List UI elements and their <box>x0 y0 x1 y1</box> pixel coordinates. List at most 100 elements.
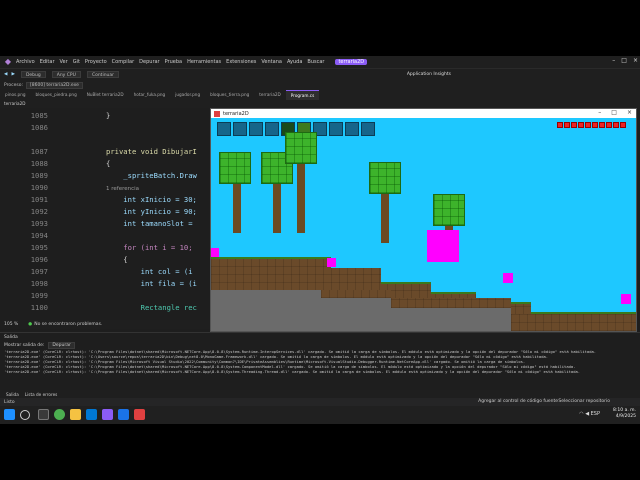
tree-leaves <box>369 162 401 194</box>
code-line: 1099 <box>30 291 48 300</box>
class-selector[interactable]: terraria2D <box>0 100 210 108</box>
heart-icon <box>606 122 612 128</box>
code-line: 1090 <box>30 183 48 192</box>
menu-compilar[interactable]: Compilar <box>112 59 135 65</box>
visual-studio-icon[interactable] <box>102 409 113 420</box>
tab-bloques-piedra[interactable]: bloques_piedra.png <box>31 90 82 100</box>
tab-salida[interactable]: Salida <box>6 392 19 397</box>
tab-pinos[interactable]: pinos.png <box>0 90 31 100</box>
tree-trunk <box>297 158 305 233</box>
game-app-icon <box>214 110 220 117</box>
vs-close-button[interactable]: × <box>633 57 638 64</box>
application-insights-button[interactable]: Application Insights <box>404 71 454 79</box>
game-minimize-button[interactable]: – <box>598 109 601 116</box>
screen: ◆ Archivo Editar Ver Git Proyecto Compil… <box>0 56 640 424</box>
menu-ayuda[interactable]: Ayuda <box>287 59 302 65</box>
inventory-slot[interactable] <box>361 122 375 136</box>
game-title-bar[interactable]: terraria2D – □ × <box>211 109 636 118</box>
wifi-icon: ◠ <box>579 411 584 417</box>
tab-nublet[interactable]: NuBlet terraria2D <box>82 90 129 100</box>
bottom-tabs: Salida Lista de errores <box>0 390 640 398</box>
inventory-slot[interactable] <box>329 122 343 136</box>
file-explorer-icon[interactable] <box>70 409 81 420</box>
menu-herramientas[interactable]: Herramientas <box>187 59 221 65</box>
process-select[interactable]: [8600] terraria2D.exe <box>26 81 83 89</box>
taskbar: ◠ ◀ ESP 8:10 a. m. 4/9/2025 <box>0 406 640 424</box>
tray-icons[interactable]: ◠ ◀ ESP <box>579 411 600 417</box>
menu-prueba[interactable]: Prueba <box>165 59 182 65</box>
tab-program-cs[interactable]: Program.cs <box>285 90 320 100</box>
tab-terraria2d[interactable]: terraria2D <box>254 90 286 100</box>
game-close-button[interactable]: × <box>627 109 632 116</box>
clock[interactable]: 8:10 a. m. 4/9/2025 <box>613 408 636 420</box>
solution-name-badge[interactable]: terraria2D <box>335 59 368 65</box>
menu-ventana[interactable]: Ventana <box>261 59 282 65</box>
heart-icon <box>571 122 577 128</box>
volume-icon: ◀ <box>585 411 590 417</box>
tree-trunk <box>233 178 241 233</box>
code-line: 1092 int yInicio = 90; <box>30 207 197 216</box>
edge-icon[interactable] <box>86 409 97 420</box>
repository-button[interactable]: Seleccionar repositorio <box>558 399 610 404</box>
zoom-level[interactable]: 105 % <box>4 322 18 327</box>
app-icon[interactable] <box>118 409 129 420</box>
code-line: 1095 for (int i = 10; <box>30 243 193 252</box>
code-line: 1097 int col = (i <box>30 267 193 276</box>
tab-hotar-fuka[interactable]: hotar_fuka.png <box>129 90 171 100</box>
editor-status-bar: 105 % ● No se encontraron problemas. <box>0 320 210 329</box>
code-line: 1094 <box>30 231 48 240</box>
platform-select[interactable]: Any CPU <box>51 71 81 78</box>
menu-extensiones[interactable]: Extensiones <box>226 59 256 65</box>
menu-buscar[interactable]: Buscar <box>307 59 324 65</box>
output-source-label: Mostrar salida de: <box>4 342 45 348</box>
search-icon[interactable] <box>20 410 30 420</box>
stone-layer <box>211 298 391 308</box>
process-bar: Proceso: [8600] terraria2D.exe <box>0 80 640 90</box>
tree-leaves <box>433 194 465 226</box>
vs-status-bar: Listo Agregar al control de código fuent… <box>0 398 640 406</box>
code-line: 1089 _spriteBatch.Draw <box>30 171 197 180</box>
inventory-slot[interactable] <box>249 122 263 136</box>
menu-ver[interactable]: Ver <box>60 59 68 65</box>
code-line: 1086 <box>30 123 48 132</box>
tab-bloques-tierra[interactable]: bloques_tierra.png <box>205 90 254 100</box>
source-control-button[interactable]: Agregar al control de código fuente <box>478 399 558 404</box>
no-problems-icon: ● <box>28 322 33 327</box>
inventory-slot[interactable] <box>265 122 279 136</box>
tab-lista-errores[interactable]: Lista de errores <box>25 392 58 397</box>
chrome-icon[interactable] <box>54 409 65 420</box>
menu-archivo[interactable]: Archivo <box>16 59 35 65</box>
vs-maximize-button[interactable]: □ <box>621 57 627 64</box>
code-line: 1088{ <box>30 159 111 168</box>
menu-git[interactable]: Git <box>73 59 80 65</box>
back-icon[interactable]: ◀ <box>4 72 7 77</box>
sky-region <box>431 282 636 292</box>
game-maximize-button[interactable]: □ <box>611 109 617 116</box>
config-select[interactable]: Debug <box>20 71 46 78</box>
game-window[interactable]: terraria2D – □ × <box>210 108 637 332</box>
menu-proyecto[interactable]: Proyecto <box>85 59 107 65</box>
stone-layer <box>211 290 321 298</box>
code-editor[interactable]: 1 referencia 1085} 1086 1087 private void… <box>0 108 210 320</box>
terraria2d-app-icon[interactable] <box>134 409 145 420</box>
problems-status[interactable]: No se encontraron problemas. <box>34 322 102 327</box>
task-view-icon[interactable] <box>38 409 49 420</box>
inventory-slot[interactable] <box>233 122 247 136</box>
forward-icon[interactable]: ▶ <box>11 72 14 77</box>
windows-start-icon[interactable] <box>4 409 15 420</box>
game-canvas[interactable] <box>211 118 636 331</box>
menu-depurar[interactable]: Depurar <box>139 59 159 65</box>
inventory-slot[interactable] <box>217 122 231 136</box>
pink-block <box>327 258 336 267</box>
continue-button[interactable]: Continuar <box>86 71 120 78</box>
document-tabs: pinos.png bloques_piedra.png NuBlet terr… <box>0 90 640 100</box>
inventory-slot[interactable] <box>345 122 359 136</box>
player-sprite <box>427 230 459 262</box>
code-line: 1085} <box>30 111 111 120</box>
heart-icon <box>599 122 605 128</box>
output-panel: Salida Mostrar salida de: Depurar 'terra… <box>0 332 640 390</box>
menu-editar[interactable]: Editar <box>40 59 55 65</box>
output-source-select[interactable]: Depurar <box>48 341 75 349</box>
tab-jugador[interactable]: jugador.png <box>170 90 205 100</box>
vs-minimize-button[interactable]: – <box>612 57 615 64</box>
